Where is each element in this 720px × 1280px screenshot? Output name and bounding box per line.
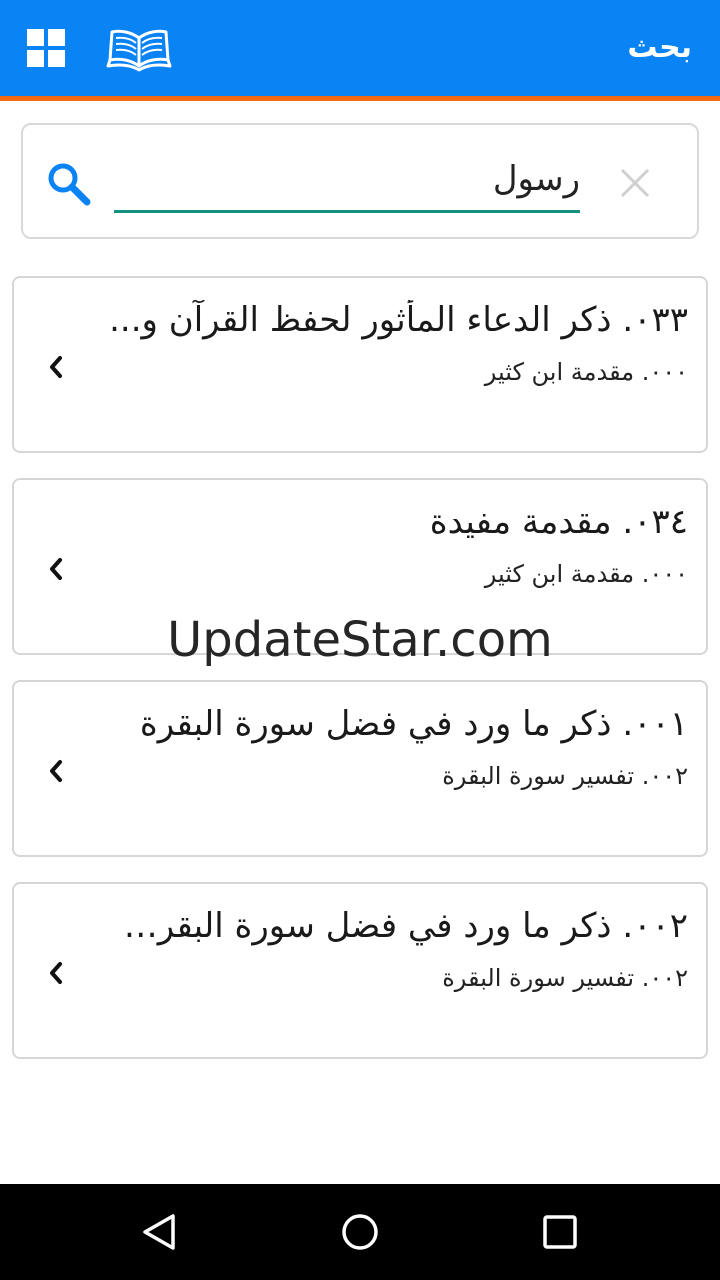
result-subtitle: ٠٠٠. مقدمة ابن كثير: [484, 358, 688, 386]
clear-icon[interactable]: [619, 167, 651, 199]
result-title: ٠٣٤. مقدمة مفيدة: [429, 502, 688, 542]
back-icon[interactable]: [140, 1212, 180, 1252]
result-subtitle: ٠٠٢. تفسير سورة البقرة: [442, 964, 688, 992]
result-item[interactable]: ٠٠١. ذكر ما ورد في فضل سورة البقرة ٠٠٢. …: [12, 680, 708, 857]
chevron-left-icon: [50, 356, 62, 378]
search-icon[interactable]: [46, 161, 92, 207]
app-bar-accent-line: [0, 96, 720, 101]
recents-icon[interactable]: [540, 1212, 580, 1252]
book-icon[interactable]: [106, 26, 172, 72]
result-subtitle: ٠٠٠. مقدمة ابن كثير: [484, 560, 688, 588]
chevron-left-icon: [50, 962, 62, 984]
result-item[interactable]: ٠٣٣. ذكر الدعاء المأثور لحفظ القرآن و...…: [12, 276, 708, 453]
result-subtitle: ٠٠٢. تفسير سورة البقرة: [442, 762, 688, 790]
result-title: ٠٠١. ذكر ما ورد في فضل سورة البقرة: [139, 704, 688, 744]
result-item[interactable]: ٠٠٢. ذكر ما ورد في فضل سورة البقرة م... …: [12, 882, 708, 1059]
search-card: [21, 123, 699, 239]
chevron-left-icon: [50, 558, 62, 580]
grid-icon[interactable]: [27, 29, 65, 67]
result-item[interactable]: ٠٣٤. مقدمة مفيدة ٠٠٠. مقدمة ابن كثير: [12, 478, 708, 655]
search-input[interactable]: [114, 155, 580, 213]
chevron-left-icon: [50, 760, 62, 782]
result-title: ٠٠٢. ذكر ما ورد في فضل سورة البقرة م...: [108, 906, 688, 946]
page-title: بحث: [627, 30, 692, 65]
system-nav-bar: [0, 1184, 720, 1280]
home-icon[interactable]: [340, 1212, 380, 1252]
result-title: ٠٣٣. ذكر الدعاء المأثور لحفظ القرآن و...: [109, 300, 688, 340]
app-bar: بحث: [0, 0, 720, 96]
